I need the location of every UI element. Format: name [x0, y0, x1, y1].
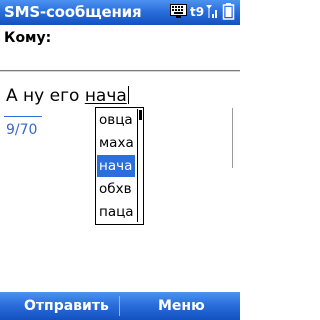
message-scrollbar[interactable]	[232, 108, 241, 168]
title-bar: SMS-сообщения t9	[0, 0, 240, 25]
send-softkey[interactable]: Отправить	[24, 297, 109, 315]
message-text[interactable]: А ну его нача	[6, 86, 129, 106]
suggestion-scrollbar[interactable]	[137, 109, 143, 222]
recipient-field[interactable]: Кому:	[0, 25, 240, 71]
softkey-divider	[119, 296, 120, 316]
t9-suggestion-list[interactable]: овца маха нача обхв паца	[95, 107, 144, 225]
recipient-label: Кому:	[4, 30, 52, 46]
keyboard-icon[interactable]	[170, 3, 187, 18]
suggestion-item-selected[interactable]: нача	[97, 155, 135, 177]
suggestion-item[interactable]: паца	[97, 201, 135, 223]
battery-icon	[222, 3, 236, 20]
character-counter: 9/70	[6, 122, 38, 138]
current-word: нача	[84, 86, 127, 106]
counter-underline	[4, 116, 42, 117]
suggestion-item[interactable]: маха	[97, 132, 135, 154]
suggestion-item[interactable]: обхв	[97, 178, 135, 200]
text-caret	[127, 86, 129, 104]
app-title: SMS-сообщения	[4, 3, 142, 21]
t9-mode-indicator[interactable]: t9	[190, 4, 204, 20]
scroll-up-icon[interactable]	[139, 110, 142, 120]
message-text-prefix: А ну его	[6, 86, 85, 106]
softkey-bar: Отправить Меню	[0, 292, 240, 320]
signal-icon	[205, 3, 219, 19]
suggestion-item[interactable]: овца	[97, 109, 135, 131]
menu-softkey[interactable]: Меню	[158, 297, 205, 315]
